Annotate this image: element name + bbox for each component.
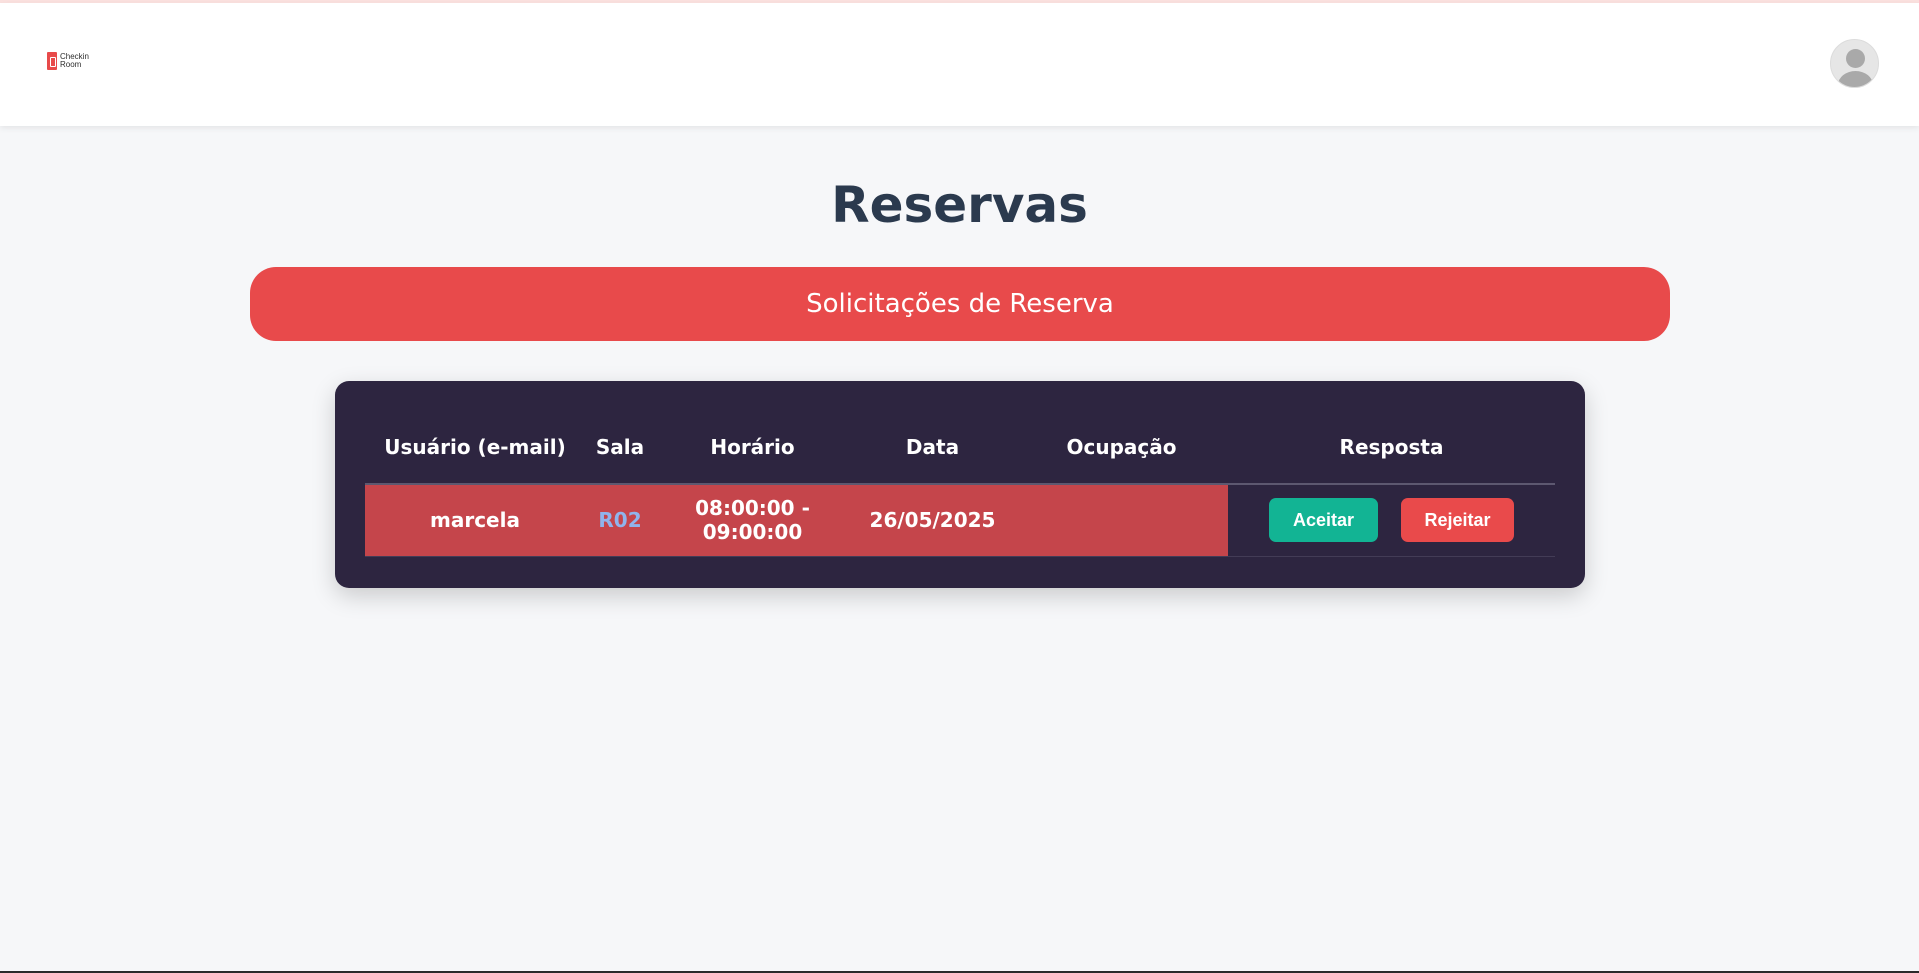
cell-response: Aceitar Rejeitar [1228,484,1555,557]
cell-room: R02 [585,484,655,557]
cell-occupancy [1015,484,1228,557]
accept-button[interactable]: Aceitar [1269,498,1379,543]
reservations-table: Usuário (e-mail) Sala Horário Data Ocupa… [365,411,1555,557]
header-occupancy: Ocupação [1015,411,1228,485]
header-date: Data [850,411,1015,485]
header-room: Sala [585,411,655,485]
cell-time: 08:00:00 - 09:00:00 [655,484,850,557]
table-row: marcela R02 08:00:00 - 09:00:00 26/05/20… [365,484,1555,557]
section-banner: Solicitações de Reserva [250,267,1670,341]
door-logo-icon [47,52,57,70]
header-user: Usuário (e-mail) [365,411,585,485]
user-avatar-icon[interactable] [1830,39,1879,88]
header-time: Horário [655,411,850,485]
reject-button[interactable]: Rejeitar [1400,498,1514,543]
brand-logo-line2: Room [60,60,82,69]
room-link[interactable]: R02 [598,508,641,532]
table-header-row: Usuário (e-mail) Sala Horário Data Ocupa… [365,411,1555,485]
brand-logo[interactable]: Checkin Room [47,52,92,70]
cell-date: 26/05/2025 [850,484,1015,557]
top-navbar: Checkin Room [0,3,1919,126]
cell-user: marcela [365,484,585,557]
reservations-card: Usuário (e-mail) Sala Horário Data Ocupa… [335,381,1585,588]
brand-logo-text: Checkin Room [60,53,92,69]
page-title: Reservas [831,176,1088,234]
avatar-head [1846,49,1865,68]
avatar-body [1838,71,1873,87]
header-response: Resposta [1228,411,1555,485]
